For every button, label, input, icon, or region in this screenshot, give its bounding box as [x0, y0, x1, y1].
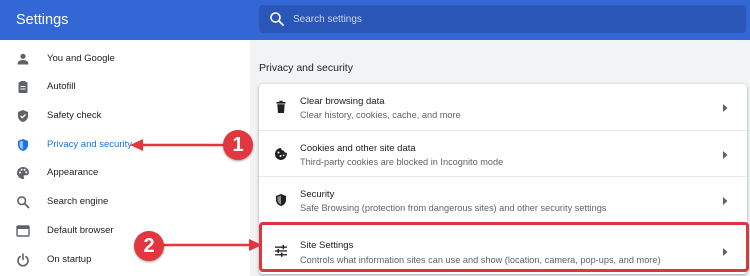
sidebar-item-label: Privacy and security: [47, 139, 133, 150]
person-icon: [17, 53, 29, 65]
sidebar-item-autofill[interactable]: Autofill: [0, 73, 250, 101]
sidebar-item-label: Appearance: [47, 167, 99, 178]
sidebar-item-label: Safety check: [47, 110, 102, 121]
sidebar-item-label: Default browser: [47, 225, 114, 236]
search-box[interactable]: [259, 5, 746, 33]
sidebar-item-appearance[interactable]: Appearance: [0, 159, 250, 187]
sidebar-item-you-and-google[interactable]: You and Google: [0, 45, 250, 73]
annotation-marker-1: 1: [223, 130, 253, 160]
site-settings-highlight-box: [259, 222, 749, 272]
trash-icon: [276, 100, 286, 113]
search-icon: [17, 196, 30, 209]
annotation-arrow-1: [130, 139, 227, 151]
app-title: Settings: [16, 12, 69, 28]
clipboard-icon: [18, 81, 28, 93]
cookie-icon: [275, 148, 287, 160]
top-bar: Settings: [0, 0, 750, 40]
row-subtitle: Third-party cookies are blocked in Incog…: [300, 157, 504, 167]
row-subtitle: Safe Browsing (protection from dangerous…: [300, 203, 607, 213]
sidebar-item-label: Autofill: [47, 81, 76, 92]
palette-icon: [17, 167, 29, 179]
row-subtitle: Clear history, cookies, cache, and more: [300, 110, 461, 120]
arrow-right-icon: [723, 197, 728, 205]
row-title: Cookies and other site data: [300, 143, 416, 154]
arrow-right-icon: [723, 104, 728, 112]
row-title: Clear browsing data: [300, 96, 385, 107]
sidebar-item-label: Search engine: [47, 196, 109, 207]
browser-window-icon: [16, 225, 30, 237]
search-icon: [270, 12, 284, 26]
shield-icon: [18, 139, 28, 151]
arrow-right-icon: [723, 151, 728, 159]
annotation-marker-2: 2: [134, 231, 164, 261]
row-clear-browsing-data[interactable]: Clear browsing data Clear history, cooki…: [259, 84, 747, 130]
sidebar-item-label: You and Google: [47, 53, 115, 64]
sidebar-item-label: On startup: [47, 254, 92, 265]
section-title: Privacy and security: [259, 62, 353, 74]
row-security[interactable]: Security Safe Browsing (protection from …: [259, 176, 747, 222]
row-cookies-and-other-site-data[interactable]: Cookies and other site data Third-party …: [259, 130, 747, 176]
power-icon: [17, 253, 29, 267]
shield-check-icon: [18, 110, 28, 122]
search-input[interactable]: [293, 5, 733, 33]
row-title: Security: [300, 189, 335, 200]
sidebar-item-safety-check[interactable]: Safety check: [0, 102, 250, 130]
shield-icon: [276, 194, 286, 206]
sidebar-item-search-engine[interactable]: Search engine: [0, 188, 250, 216]
annotation-arrow-2: [162, 239, 262, 251]
